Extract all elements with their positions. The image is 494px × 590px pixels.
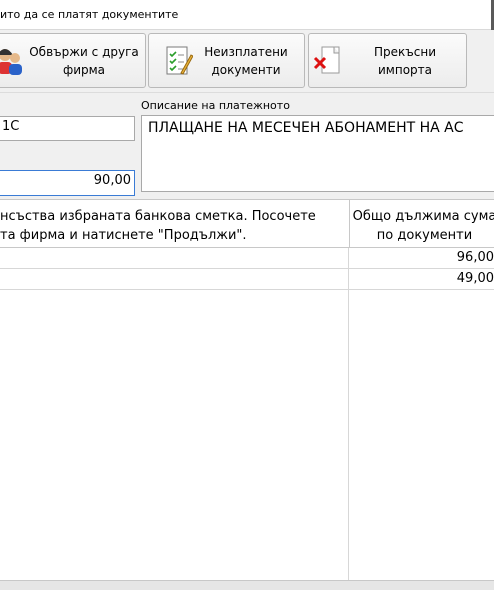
row-amount: 49,00 — [456, 271, 494, 286]
cancel-import-label: Прекъсни импорта — [374, 45, 436, 77]
table-row[interactable]: 49,00 — [0, 269, 494, 290]
account-field-value: 1С — [2, 119, 20, 134]
title-bar: ито да се платят документите — [0, 0, 494, 30]
column-divider — [348, 248, 349, 581]
message-header-line1: нсъства избраната банкова сметка. Посоче… — [0, 209, 316, 224]
toolbar: Обвържи с друга фирма Неизплатени докуме… — [0, 30, 494, 92]
unpaid-docs-button[interactable]: Неизплатени документи — [148, 33, 305, 88]
row-amount: 96,00 — [456, 250, 494, 265]
users-icon — [0, 49, 22, 75]
description-field[interactable]: ПЛАЩАНЕ НА МЕСЕЧЕН АБОНАМЕНТ НА АС — [141, 115, 494, 192]
amount-header-line2: по документи — [376, 228, 473, 243]
account-field[interactable]: 1С — [0, 116, 135, 141]
message-column-header[interactable]: нсъства избраната банкова сметка. Посоче… — [0, 207, 316, 245]
description-label: Описание на платежното — [141, 99, 290, 112]
amount-column-header[interactable]: Общо дължима сума по документи — [349, 200, 494, 248]
documents-grid: нсъства избраната банкова сметка. Посоче… — [0, 199, 494, 581]
unpaid-docs-label: Неизплатени документи — [204, 45, 288, 77]
link-company-button[interactable]: Обвържи с друга фирма — [0, 33, 146, 88]
grid-header: нсъства избраната банкова сметка. Посоче… — [0, 200, 494, 248]
table-row[interactable]: 96,00 — [0, 248, 494, 269]
message-header-line2: та фирма и натиснете "Продължи". — [0, 228, 247, 243]
checklist-icon — [166, 46, 193, 75]
amount-header-line1: Общо дължима сума — [352, 209, 494, 224]
amount-field-value: 90,00 — [93, 173, 131, 188]
amount-field[interactable]: 90,00 — [0, 170, 135, 196]
link-company-label: Обвържи с друга фирма — [29, 45, 139, 77]
window-title: ито да се платят документите — [0, 8, 179, 21]
cancel-import-button[interactable]: Прекъсни импорта — [308, 33, 467, 88]
description-value: ПЛАЩАНЕ НА МЕСЕЧЕН АБОНАМЕНТ НА АС — [148, 120, 464, 136]
payment-form: 1С 90,00 Описание на платежното ПЛАЩАНЕ … — [0, 92, 494, 199]
cancel-document-icon — [313, 46, 340, 74]
status-strip — [0, 580, 494, 590]
